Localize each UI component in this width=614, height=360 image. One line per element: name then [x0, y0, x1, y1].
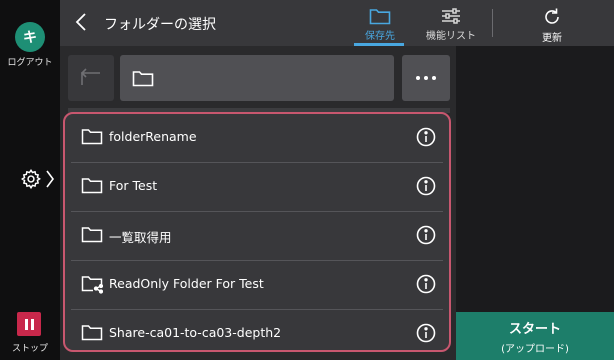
folder-name: For Test	[109, 178, 158, 193]
folder-row[interactable]: folderRename	[71, 114, 443, 163]
folder-row[interactable]: For Test	[71, 163, 443, 212]
start-upload-button[interactable]: スタート (アップロード)	[456, 312, 614, 360]
folder-name: Share-ca01-to-ca03-depth2	[109, 325, 282, 340]
folder-icon	[81, 325, 103, 341]
folder-name: folderRename	[109, 129, 197, 144]
folder-icon	[81, 178, 103, 194]
tab-save-destination[interactable]: 保存先	[354, 0, 406, 46]
stop-label: ストップ	[11, 344, 48, 354]
folder-icon	[81, 227, 103, 243]
pause-bar-icon	[24, 318, 28, 330]
folder-icon	[369, 9, 391, 25]
refresh-label: 更新	[542, 33, 562, 44]
folder-icon	[81, 129, 103, 145]
logout-label[interactable]: ログアウト	[0, 55, 60, 68]
current-path-field	[120, 55, 394, 101]
folder-row[interactable]: 一覧取得用	[71, 212, 443, 261]
refresh-icon	[545, 8, 559, 24]
avatar-letter: キ	[23, 30, 37, 46]
dot	[424, 76, 428, 80]
logout-avatar[interactable]: キ	[15, 22, 45, 52]
page-title: フォルダーの選択	[104, 17, 216, 33]
folder-list: folderRename For Test 一覧取得用 ReadOnly Fol	[63, 112, 451, 352]
up-arrow-icon	[80, 68, 100, 85]
info-icon[interactable]	[416, 127, 436, 147]
info-icon[interactable]	[416, 225, 436, 245]
header-bar: フォルダーの選択 保存先 機能リスト 更新	[60, 0, 614, 46]
tab-label: 機能リスト	[426, 31, 476, 42]
sliders-icon	[442, 8, 460, 24]
folder-name: 一覧取得用	[109, 230, 172, 245]
folder-icon	[132, 71, 154, 87]
right-pane	[456, 46, 614, 312]
info-icon[interactable]	[416, 274, 436, 294]
dot	[432, 76, 436, 80]
chevron-right-icon[interactable]	[44, 168, 56, 190]
tab-label: 保存先	[365, 31, 395, 42]
folder-name: ReadOnly Folder For Test	[109, 276, 264, 291]
info-icon[interactable]	[416, 323, 436, 343]
info-icon[interactable]	[416, 176, 436, 196]
folder-row[interactable]: ReadOnly Folder For Test	[71, 261, 443, 310]
back-arrow-icon[interactable]	[74, 11, 88, 33]
tab-function-list[interactable]: 機能リスト	[420, 0, 482, 46]
gear-icon[interactable]	[20, 168, 42, 190]
dot	[416, 76, 420, 80]
stop-button[interactable]	[17, 312, 41, 336]
parent-folder-button[interactable]	[68, 55, 114, 101]
start-sublabel: (アップロード)	[501, 343, 569, 355]
divider	[492, 9, 493, 37]
more-options-button[interactable]	[402, 55, 450, 101]
left-sidebar: キ ログアウト ストップ	[0, 0, 60, 360]
start-label: スタート	[508, 321, 561, 337]
refresh-button[interactable]: 更新	[524, 0, 580, 46]
folder-row[interactable]: Share-ca01-to-ca03-depth2	[71, 310, 443, 350]
pause-bar-icon	[30, 318, 34, 330]
shared-folder-icon	[81, 276, 103, 294]
